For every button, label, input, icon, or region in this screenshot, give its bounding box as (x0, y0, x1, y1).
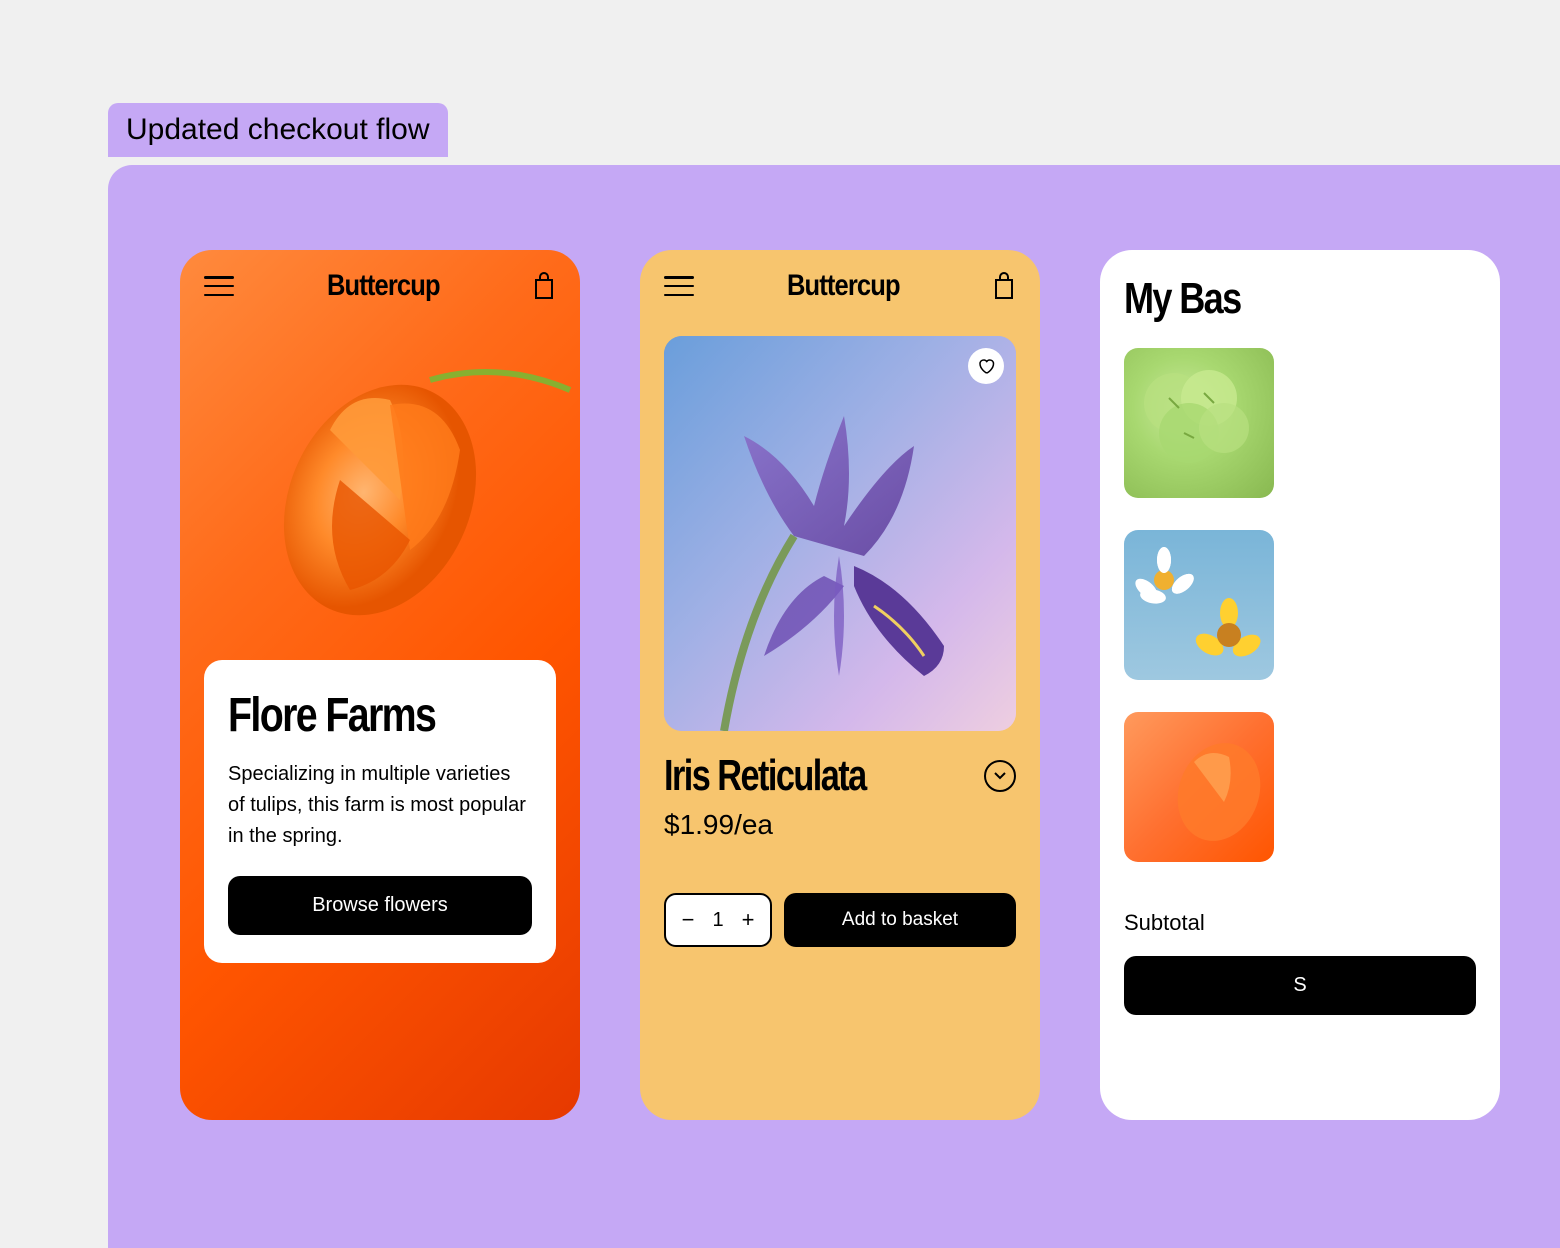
daisy-thumb (1124, 530, 1274, 680)
heart-icon (977, 357, 995, 375)
expand-button[interactable] (984, 760, 1016, 792)
orange-flower-thumb (1124, 712, 1274, 862)
quantity-stepper[interactable]: − 1 + (664, 893, 772, 947)
subtotal-label: Subtotal (1124, 910, 1476, 936)
iris-flower-image (664, 336, 1016, 731)
decrement-button[interactable]: − (678, 907, 698, 933)
hero-card: Flore Farms Specializing in multiple var… (204, 660, 556, 963)
brand-logo: Buttercup (787, 269, 900, 303)
chevron-down-icon (993, 771, 1007, 781)
basket-items (1100, 348, 1500, 862)
add-to-basket-button[interactable]: Add to basket (784, 893, 1016, 947)
basket-title: My Bas (1124, 274, 1413, 324)
phone-header: Buttercup (180, 250, 580, 322)
basket-item-image[interactable] (1124, 348, 1274, 498)
menu-icon[interactable] (204, 276, 234, 296)
product-image (664, 336, 1016, 731)
basket-item-image[interactable] (1124, 530, 1274, 680)
shopping-bag-icon[interactable] (992, 272, 1016, 300)
product-info: Iris Reticulata $1.99/ea (640, 731, 1040, 861)
phone-header: Buttercup (640, 250, 1040, 322)
product-price: $1.99/ea (664, 809, 1016, 841)
product-screen: Buttercup (640, 250, 1040, 1120)
hero-title: Flore Farms (228, 688, 477, 743)
basket-header: My Bas (1100, 250, 1500, 348)
favorite-button[interactable] (968, 348, 1004, 384)
menu-icon[interactable] (664, 276, 694, 296)
basket-footer: Subtotal S (1100, 886, 1500, 1039)
shopping-bag-icon[interactable] (532, 272, 556, 300)
product-actions: − 1 + Add to basket (640, 893, 1040, 947)
home-screen: Buttercup Flore Farms Spec (180, 250, 580, 1120)
green-flower-thumb (1124, 348, 1274, 498)
design-canvas: Buttercup Flore Farms Spec (108, 165, 1560, 1248)
browse-flowers-button[interactable]: Browse flowers (228, 876, 532, 935)
hero-description: Specializing in multiple varieties of tu… (228, 759, 532, 852)
checkout-button[interactable]: S (1124, 956, 1476, 1015)
product-title: Iris Reticulata (664, 751, 866, 801)
basket-screen: My Bas (1100, 250, 1500, 1120)
brand-logo: Buttercup (327, 269, 440, 303)
basket-item-image[interactable] (1124, 712, 1274, 862)
frame-label: Updated checkout flow (108, 103, 448, 157)
increment-button[interactable]: + (738, 907, 758, 933)
quantity-value: 1 (710, 909, 726, 932)
